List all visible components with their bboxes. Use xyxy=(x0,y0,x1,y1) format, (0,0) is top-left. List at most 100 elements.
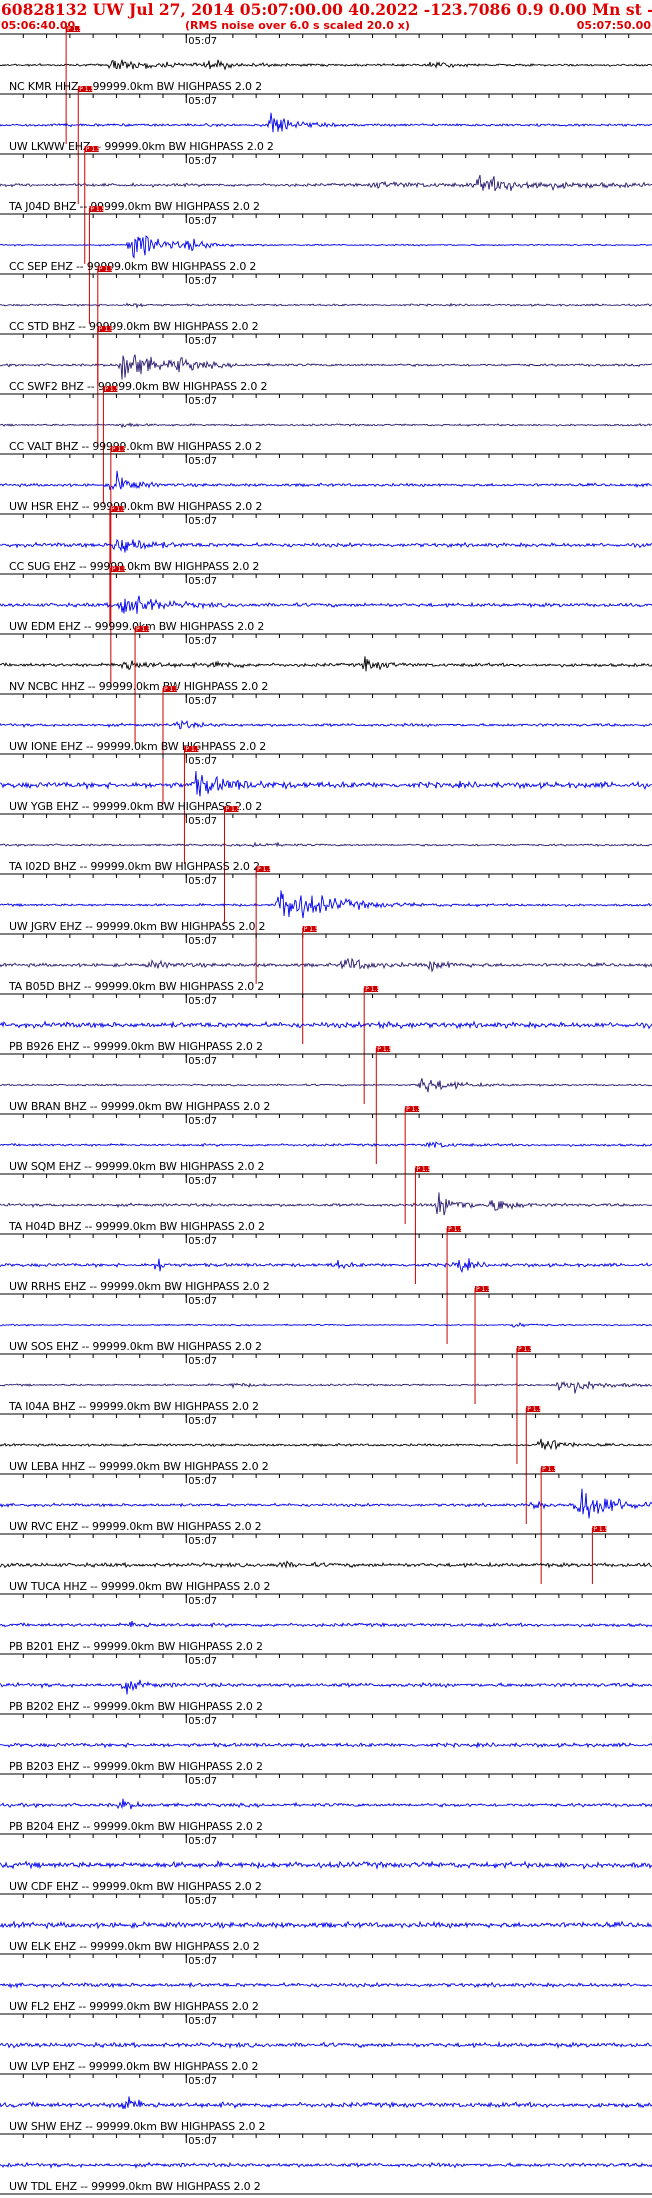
waveform-trace xyxy=(0,539,652,553)
pick-label: P 1.5 xyxy=(90,206,105,213)
station-label: NV NCBC HHZ -- 99999.0km BW HIGHPASS 2.0… xyxy=(9,680,268,693)
waveform-trace xyxy=(0,719,652,730)
station-label: UW BRAN BHZ -- 99999.0km BW HIGHPASS 2.0… xyxy=(9,1100,270,1113)
station-label: TA I02D BHZ -- 99999.0km BW HIGHPASS 2.0… xyxy=(8,860,260,873)
waveform-trace xyxy=(0,1488,652,1519)
waveform-trace xyxy=(0,841,652,848)
waveform-trace xyxy=(0,2161,652,2169)
pick-label: P 1.5 xyxy=(164,686,179,693)
station-label: UW RRHS EHZ -- 99999.0km BW HIGHPASS 2.0… xyxy=(9,1280,270,1293)
waveform-trace xyxy=(0,1078,652,1093)
station-label: CC STD BHZ -- 99999.0km BW HIGHPASS 2.0 … xyxy=(9,320,258,333)
station-label: PB B202 EHZ -- 99999.0km BW HIGHPASS 2.0… xyxy=(9,1700,263,1713)
minute-tick-label: 05:07 xyxy=(188,1476,217,1487)
station-label: TA B05D BHZ -- 99999.0km BW HIGHPASS 2.0… xyxy=(8,980,264,993)
waveform-trace xyxy=(0,2040,652,2049)
minute-tick-label: 05:07 xyxy=(188,1176,217,1187)
station-label: CC SWF2 BHZ -- 99999.0km BW HIGHPASS 2.0… xyxy=(9,380,267,393)
station-label: TA J04D BHZ -- 99999.0km BW HIGHPASS 2.0… xyxy=(8,200,260,213)
time-end-label: 05:07:50.00 xyxy=(577,19,652,32)
minute-tick-label: 05:07 xyxy=(188,576,217,587)
station-label: UW LKWW EHZ -- 99999.0km BW HIGHPASS 2.0… xyxy=(9,140,274,153)
minute-tick-label: 05:07 xyxy=(188,696,217,707)
minute-tick-label: 05:07 xyxy=(188,1536,217,1547)
minute-tick-label: 05:07 xyxy=(188,1776,217,1787)
pick-label: P 1.5 xyxy=(86,146,101,153)
minute-tick-label: 05:07 xyxy=(188,96,217,107)
pick-label: P 1.5 xyxy=(136,626,151,633)
station-label: UW SHW EHZ -- 99999.0km BW HIGHPASS 2.0 … xyxy=(9,2120,265,2133)
waveform-trace xyxy=(0,1742,652,1749)
waveform-trace xyxy=(0,957,652,973)
pick-label: P 1.5 xyxy=(99,326,114,333)
pick-label: P 1.5 xyxy=(225,806,240,813)
minute-tick-label: 05:07 xyxy=(188,876,217,887)
minute-tick-label: 05:07 xyxy=(188,396,217,407)
waveform-trace xyxy=(0,1258,652,1273)
station-label: PB B201 EHZ -- 99999.0km BW HIGHPASS 2.0… xyxy=(9,1640,263,1653)
station-label: UW TUCA HHZ -- 99999.0km BW HIGHPASS 2.0… xyxy=(9,1580,270,1593)
station-label: CC SUG EHZ -- 99999.0km BW HIGHPASS 2.0 … xyxy=(9,560,259,573)
station-label: UW JGRV EHZ -- 99999.0km BW HIGHPASS 2.0… xyxy=(9,920,265,933)
waveform-trace xyxy=(0,1679,652,1695)
waveform-trace xyxy=(0,235,652,259)
minute-tick-label: 05:07 xyxy=(188,216,217,227)
waveform-trace xyxy=(0,1859,652,1870)
minute-tick-label: 05:07 xyxy=(188,1356,217,1367)
pick-label: P 1.5 xyxy=(104,386,119,393)
pick-label: P 1.5 xyxy=(112,446,127,453)
waveform-trace xyxy=(0,2096,652,2110)
minute-tick-label: 05:07 xyxy=(188,516,217,527)
minute-tick-label: 05:07 xyxy=(188,1296,217,1307)
station-label: TA H04D BHZ -- 99999.0km BW HIGHPASS 2.0… xyxy=(8,1220,265,1233)
minute-tick-label: 05:07 xyxy=(188,756,217,767)
minute-tick-label: 05:07 xyxy=(188,156,217,167)
waveform-trace xyxy=(0,1621,652,1629)
minute-tick-label: 05:07 xyxy=(188,936,217,947)
minute-tick-label: 05:07 xyxy=(188,996,217,1007)
station-label: NC KMR HHZ -- 99999.0km BW HIGHPASS 2.0 … xyxy=(9,80,262,93)
trace-stack: 05:07P 1.5NC KMR HHZ -- 99999.0km BW HIG… xyxy=(0,26,652,2195)
station-label: UW FL2 EHZ -- 99999.0km BW HIGHPASS 2.0 … xyxy=(9,2000,259,2013)
pick-label: P 1.5 xyxy=(518,1346,533,1353)
waveform-trace xyxy=(0,1981,652,1989)
waveform-trace xyxy=(0,174,652,192)
pick-label: P 1.5 xyxy=(67,26,82,33)
station-label: PB B204 EHZ -- 99999.0km BW HIGHPASS 2.0… xyxy=(9,1820,263,1833)
pick-label: P 1.5 xyxy=(416,1166,431,1173)
minute-tick-label: 05:07 xyxy=(188,1836,217,1847)
station-label: UW CDF EHZ -- 99999.0km BW HIGHPASS 2.0 … xyxy=(9,1880,262,1893)
pick-label: P 1.5 xyxy=(593,1526,608,1533)
station-label: CC SEP EHZ -- 99999.0km BW HIGHPASS 2.0 … xyxy=(9,260,256,273)
pick-label: P 1.5 xyxy=(527,1406,542,1413)
pick-label: P 1.5 xyxy=(406,1106,421,1113)
pick-label: P 1.5 xyxy=(365,986,380,993)
waveform-trace xyxy=(0,470,652,491)
pick-label: P 1.5 xyxy=(99,266,114,273)
minute-tick-label: 05:07 xyxy=(188,2136,217,2147)
pick-label: P 1.5 xyxy=(79,86,94,93)
pick-label: P 1.5 xyxy=(448,1226,463,1233)
minute-tick-label: 05:07 xyxy=(188,276,217,287)
minute-tick-label: 05:07 xyxy=(188,636,217,647)
pick-label: P 1.5 xyxy=(185,746,200,753)
time-start-label: 05:06:40.00 xyxy=(1,19,76,32)
minute-tick-label: 05:07 xyxy=(188,1416,217,1427)
pick-label: P 1.5 xyxy=(304,926,319,933)
minute-tick-label: 05:07 xyxy=(188,1956,217,1967)
station-label: PB B203 EHZ -- 99999.0km BW HIGHPASS 2.0… xyxy=(9,1760,263,1773)
pick-label: P 1.5 xyxy=(476,1286,491,1293)
pick-label: P 1.5 xyxy=(542,1466,557,1473)
waveform-trace xyxy=(0,1560,652,1569)
seismogram-plot: 60828132 UW Jul 27, 2014 05:07:00.00 40.… xyxy=(0,0,652,2195)
minute-tick-label: 05:07 xyxy=(188,456,217,467)
waveform-trace xyxy=(0,1192,652,1216)
minute-tick-label: 05:07 xyxy=(188,36,217,47)
minute-tick-label: 05:07 xyxy=(188,1056,217,1067)
station-label: UW SQM EHZ -- 99999.0km BW HIGHPASS 2.0 … xyxy=(9,1160,264,1173)
waveform-trace xyxy=(0,890,652,919)
pick-label: P 1.5 xyxy=(257,866,272,873)
minute-tick-label: 05:07 xyxy=(188,1596,217,1607)
waveform-trace xyxy=(0,1020,652,1030)
pick-label: P 1.5 xyxy=(112,566,127,573)
